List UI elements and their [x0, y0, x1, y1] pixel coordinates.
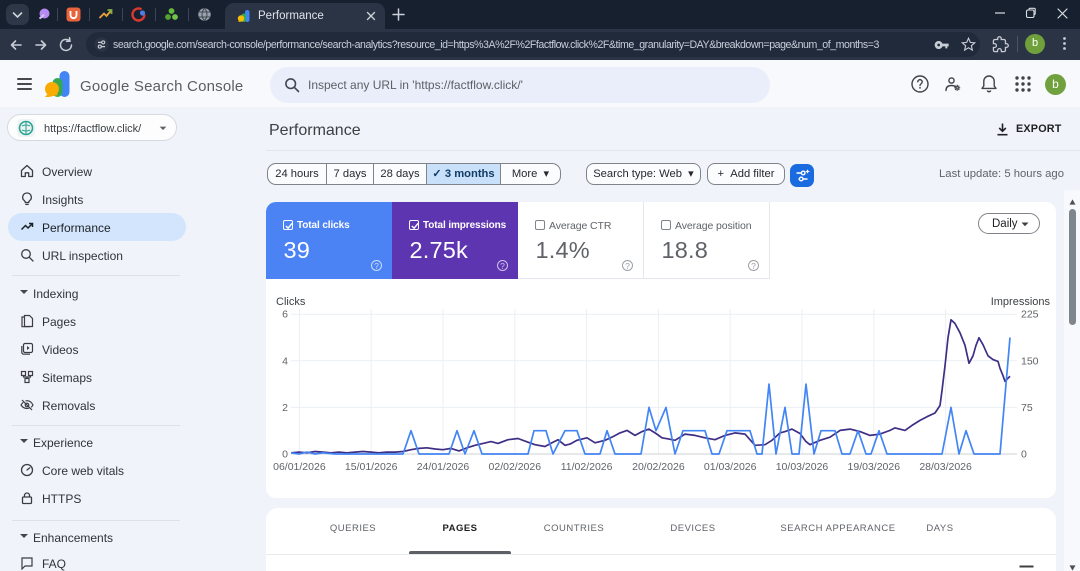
svg-text:0: 0 [282, 449, 288, 461]
svg-text:06/01/2026: 06/01/2026 [273, 461, 326, 473]
svg-text:20/02/2026: 20/02/2026 [632, 461, 685, 473]
svg-text:10/03/2026: 10/03/2026 [776, 461, 829, 473]
svg-text:2: 2 [282, 402, 288, 414]
svg-text:0: 0 [1021, 449, 1027, 461]
svg-text:Impressions: Impressions [991, 296, 1051, 308]
svg-text:Clicks: Clicks [276, 296, 306, 308]
svg-text:24/01/2026: 24/01/2026 [417, 461, 470, 473]
svg-text:19/03/2026: 19/03/2026 [848, 461, 901, 473]
svg-text:11/02/2026: 11/02/2026 [561, 461, 613, 473]
svg-text:75: 75 [1021, 402, 1033, 414]
svg-text:150: 150 [1021, 355, 1039, 367]
svg-text:225: 225 [1021, 309, 1039, 321]
svg-text:4: 4 [282, 355, 288, 367]
svg-text:6: 6 [282, 309, 288, 321]
svg-text:15/01/2026: 15/01/2026 [345, 461, 398, 473]
svg-text:28/03/2026: 28/03/2026 [919, 461, 972, 473]
svg-text:02/02/2026: 02/02/2026 [489, 461, 542, 473]
svg-text:01/03/2026: 01/03/2026 [704, 461, 757, 473]
